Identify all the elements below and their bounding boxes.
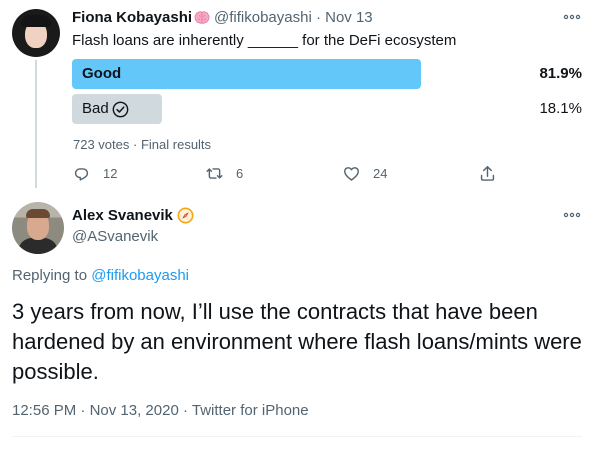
reply-icon <box>74 167 89 181</box>
separator-dot: · <box>182 402 188 419</box>
replying-to: Replying to @fifikobayashi <box>12 267 189 284</box>
tweet-time[interactable]: 12:56 PM <box>12 402 76 419</box>
avatar[interactable] <box>12 202 64 254</box>
avatar[interactable] <box>12 9 60 57</box>
tweet-meta: 12:56 PM · Nov 13, 2020 · Twitter for iP… <box>12 402 309 419</box>
tweet-source[interactable]: Twitter for iPhone <box>192 402 309 419</box>
more-options-icon[interactable] <box>562 210 582 220</box>
separator-dot: · <box>315 9 321 26</box>
tweet-date[interactable]: Nov 13, 2020 <box>90 402 179 419</box>
author-handle-line: @fifikobayashi · Nov 13 <box>214 9 373 26</box>
retweet-count: 6 <box>236 165 244 181</box>
author-handle[interactable]: @ASvanevik <box>72 228 158 245</box>
poll-option: Good 81.9% <box>72 59 582 89</box>
tweet-text: 3 years from now, I’ll use the contracts… <box>12 299 582 384</box>
share-icon <box>480 165 495 181</box>
poll-option-label: Good <box>82 65 122 82</box>
like-count: 24 <box>373 165 388 181</box>
compass-icon <box>177 207 194 224</box>
poll-meta: 723 votes · Final results <box>73 137 211 152</box>
reply-button[interactable]: 12 <box>72 163 117 183</box>
poll-votes: 723 votes <box>73 137 130 152</box>
avatar-body <box>18 238 58 254</box>
share-button[interactable] <box>478 163 497 183</box>
poll-bar <box>72 59 421 89</box>
poll-tweet: Fiona Kobayashi @fifikobayashi · Nov 13 … <box>0 0 595 195</box>
poll-status: Final results <box>140 137 212 152</box>
tweet-date[interactable]: Nov 13 <box>325 9 373 26</box>
author-name[interactable]: Fiona Kobayashi <box>72 9 192 26</box>
brain-icon <box>194 11 210 24</box>
like-button[interactable]: 24 <box>342 163 387 183</box>
reply-count: 12 <box>103 165 118 181</box>
more-options-icon[interactable] <box>562 12 582 22</box>
poll-option-percent: 81.9% <box>539 65 582 82</box>
retweet-icon <box>206 167 223 179</box>
check-circle-icon <box>112 101 129 118</box>
replying-prefix: Replying to <box>12 267 92 284</box>
thread-line <box>35 60 37 188</box>
avatar-hair <box>21 15 51 27</box>
poll-option-label: Bad <box>82 100 109 117</box>
poll-option: Bad 18.1% <box>72 94 582 124</box>
heart-icon <box>343 166 360 181</box>
replying-to-handle-link[interactable]: @fifikobayashi <box>91 267 189 284</box>
separator-dot: · <box>133 137 138 152</box>
author-name[interactable]: Alex Svanevik <box>72 207 173 224</box>
separator-dot: · <box>80 402 86 419</box>
poll-option-percent: 18.1% <box>539 100 582 117</box>
tweet-text: Flash loans are inherently ______ for th… <box>72 32 457 49</box>
divider <box>12 436 582 437</box>
author-handle[interactable]: @fifikobayashi <box>214 9 312 26</box>
retweet-button[interactable]: 6 <box>205 163 243 183</box>
avatar-hair <box>26 209 50 218</box>
